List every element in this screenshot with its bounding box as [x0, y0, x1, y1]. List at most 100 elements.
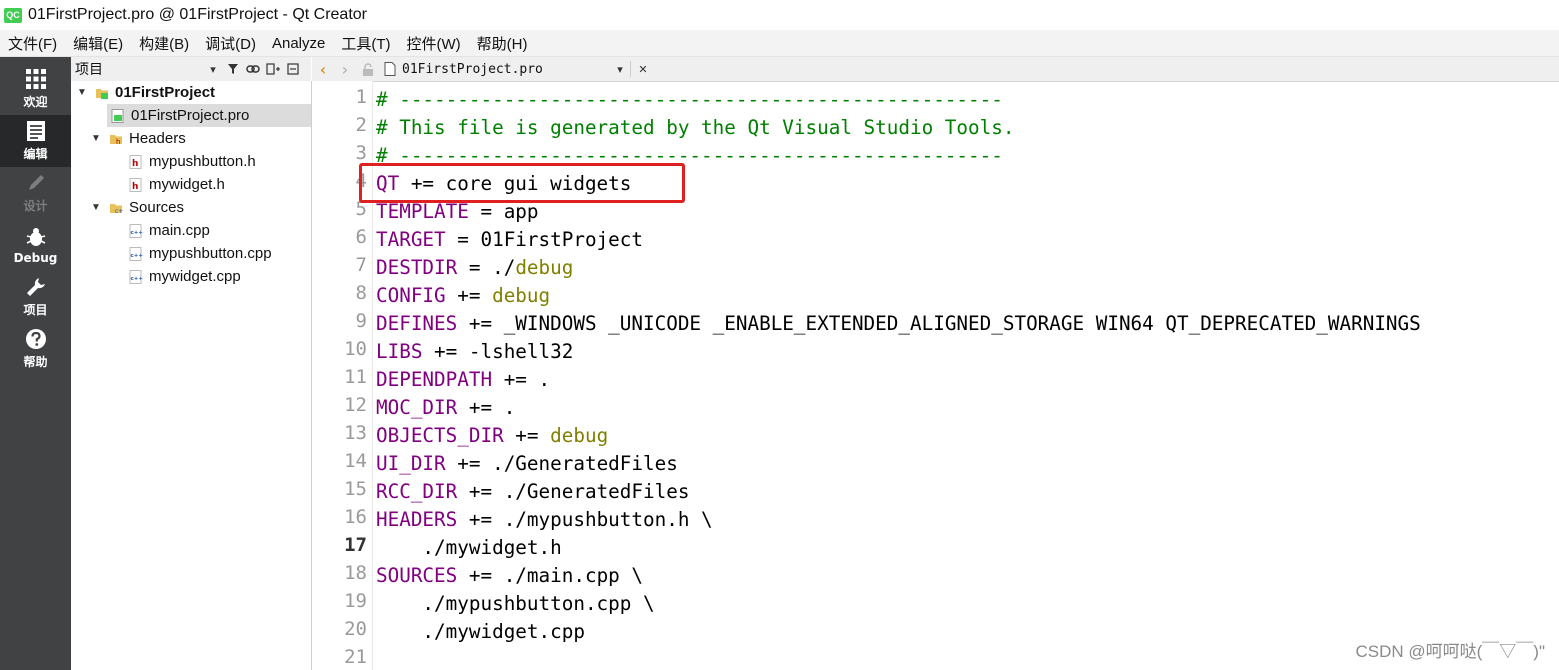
svg-text:c++: c++: [131, 276, 144, 282]
code-line[interactable]: DEPENDPATH += .: [376, 366, 550, 394]
code-line[interactable]: LIBS += -lshell32: [376, 338, 573, 366]
line-number: 16: [344, 506, 367, 528]
project-panel-title[interactable]: 项目: [75, 59, 201, 79]
close-document-icon[interactable]: ✕: [630, 61, 651, 77]
project-folder-icon: [95, 86, 109, 100]
code-line[interactable]: DEFINES += _WINDOWS _UNICODE _ENABLE_EXT…: [376, 310, 1421, 338]
file-label: mypushbutton.h: [149, 153, 256, 170]
menu-file[interactable]: 文件(F): [0, 33, 65, 54]
project-name: 01FirstProject: [115, 84, 216, 101]
mode-selector: 欢迎 编辑 设计 Debug 项目 帮助: [0, 57, 71, 670]
line-number: 18: [344, 562, 367, 584]
code-variable: TEMPLATE: [376, 200, 469, 223]
code-line[interactable]: TARGET = 01FirstProject: [376, 226, 643, 254]
tree-item-file[interactable]: c++ mywidget.cpp: [125, 265, 311, 288]
filter-icon[interactable]: [225, 61, 241, 77]
code-variable: MOC_DIR: [376, 396, 458, 419]
tree-item-file[interactable]: h mywidget.h: [125, 173, 311, 196]
mode-help[interactable]: 帮助: [0, 323, 71, 375]
code-line[interactable]: CONFIG += debug: [376, 282, 550, 310]
menu-build[interactable]: 构建(B): [131, 33, 197, 54]
mode-design-label: 设计: [23, 199, 48, 213]
menu-edit[interactable]: 编辑(E): [65, 33, 131, 54]
code-variable: TARGET: [376, 228, 446, 251]
forward-arrow-icon[interactable]: ›: [334, 60, 356, 79]
chevron-down-icon[interactable]: ▾: [612, 61, 628, 77]
code-line[interactable]: MOC_DIR += .: [376, 394, 515, 422]
chevron-down-icon[interactable]: ▼: [89, 133, 103, 144]
mode-debug[interactable]: Debug: [0, 219, 71, 271]
annotation-highlight-box: [359, 163, 685, 203]
code-variable: OBJECTS_DIR: [376, 424, 504, 447]
chevron-down-icon[interactable]: ▾: [205, 61, 221, 77]
svg-text:h: h: [132, 159, 138, 169]
lock-icon[interactable]: [360, 61, 376, 77]
close-panel-icon[interactable]: [285, 61, 301, 77]
file-label: main.cpp: [149, 222, 210, 239]
menu-widgets[interactable]: 控件(W): [399, 33, 469, 54]
chevron-down-icon[interactable]: ▼: [89, 202, 103, 213]
menu-analyze[interactable]: Analyze: [264, 35, 333, 52]
watermark: CSDN @呵呵哒(￣▽￣)": [1355, 642, 1545, 661]
project-tree: ▼ 01FirstProject 01FirstProject.pro ▼ h …: [71, 81, 312, 670]
tree-item-file[interactable]: c++ main.cpp: [125, 219, 311, 242]
link-icon[interactable]: [245, 61, 261, 77]
tree-item-sources[interactable]: ▼ c+ Sources: [89, 196, 311, 219]
code-line[interactable]: # This file is generated by the Qt Visua…: [376, 114, 1014, 142]
code-line[interactable]: ./mywidget.h: [376, 534, 561, 562]
mode-projects-label: 项目: [23, 303, 48, 317]
code-line[interactable]: RCC_DIR += ./GeneratedFiles: [376, 478, 689, 506]
code-value: debug: [515, 256, 574, 279]
mode-debug-label: Debug: [13, 250, 58, 265]
tree-item-pro-file[interactable]: 01FirstProject.pro: [107, 104, 311, 127]
editor-toolbar: ‹ › 01FirstProject.pro ▾ ✕: [312, 57, 1559, 82]
code-line[interactable]: SOURCES += ./main.cpp \: [376, 562, 643, 590]
mode-projects[interactable]: 项目: [0, 271, 71, 323]
code-variable: DEFINES: [376, 312, 458, 335]
open-document-selector[interactable]: 01FirstProject.pro: [402, 62, 608, 77]
code-comment: # --------------------------------------…: [376, 88, 1003, 111]
menu-bar: 文件(F) 编辑(E) 构建(B) 调试(D) Analyze 工具(T) 控件…: [0, 30, 1559, 57]
menu-help[interactable]: 帮助(H): [469, 33, 536, 54]
code-line[interactable]: HEADERS += ./mypushbutton.h \: [376, 506, 713, 534]
line-number: 11: [344, 366, 367, 388]
code-line[interactable]: DESTDIR = ./debug: [376, 254, 573, 282]
svg-text:c+: c+: [115, 208, 123, 215]
menu-debug[interactable]: 调试(D): [197, 33, 264, 54]
menu-tools[interactable]: 工具(T): [333, 33, 398, 54]
cpp-file-icon: c++: [129, 246, 143, 261]
mode-welcome[interactable]: 欢迎: [0, 63, 71, 115]
mode-edit-label: 编辑: [23, 147, 48, 161]
line-number: 13: [344, 422, 367, 444]
line-number: 21: [344, 646, 367, 668]
pencil-icon: [28, 175, 44, 190]
code-value: debug: [492, 284, 551, 307]
pro-file-label: 01FirstProject.pro: [131, 107, 250, 124]
code-line[interactable]: UI_DIR += ./GeneratedFiles: [376, 450, 678, 478]
code-variable: CONFIG: [376, 284, 446, 307]
tree-item-file[interactable]: h mypushbutton.h: [125, 150, 311, 173]
pro-file-icon: [111, 108, 125, 123]
document-icon: [382, 61, 398, 77]
code-line[interactable]: OBJECTS_DIR += debug: [376, 422, 608, 450]
tree-item-project[interactable]: ▼ 01FirstProject: [71, 81, 311, 104]
line-number: 12: [344, 394, 367, 416]
file-label: mywidget.cpp: [149, 268, 241, 285]
tree-item-file[interactable]: c++ mypushbutton.cpp: [125, 242, 311, 265]
mode-design[interactable]: 设计: [0, 167, 71, 219]
back-arrow-icon[interactable]: ‹: [312, 60, 334, 79]
document-icon: [26, 121, 45, 141]
code-line[interactable]: ./mywidget.cpp: [376, 618, 585, 646]
code-line[interactable]: ./mypushbutton.cpp \: [376, 590, 654, 618]
headers-folder-icon: h: [109, 132, 123, 146]
line-number: 20: [344, 618, 367, 640]
split-icon[interactable]: [265, 61, 281, 77]
line-number: 8: [355, 282, 367, 304]
qt-creator-logo-icon: QC: [4, 7, 22, 23]
code-line[interactable]: # --------------------------------------…: [376, 86, 1003, 114]
tree-item-headers[interactable]: ▼ h Headers: [89, 127, 311, 150]
code-variable: HEADERS: [376, 508, 458, 531]
chevron-down-icon[interactable]: ▼: [75, 87, 89, 98]
mode-edit[interactable]: 编辑: [0, 115, 71, 167]
svg-text:h: h: [116, 138, 120, 146]
